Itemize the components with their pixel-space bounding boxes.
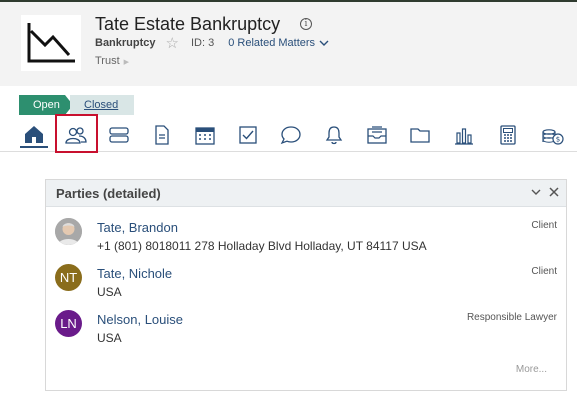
- party-row: Tate, Brandon +1 (801) 8018011 278 Holla…: [46, 218, 566, 264]
- tab-reports[interactable]: [450, 122, 478, 148]
- party-detail: USA: [97, 285, 122, 299]
- svg-text:$: $: [556, 136, 560, 144]
- matter-header: Tate Estate Bankruptcy i Bankruptcy ☆ ID…: [0, 2, 577, 86]
- avatar: LN: [55, 310, 82, 337]
- declining-chart-icon: [27, 23, 75, 63]
- calculator-icon: [500, 125, 516, 145]
- stack-icon: [109, 127, 129, 143]
- tab-parties[interactable]: [62, 122, 90, 148]
- tab-trust[interactable]: $: [538, 122, 566, 148]
- tab-home[interactable]: [20, 122, 48, 148]
- matter-logo: [21, 15, 81, 71]
- home-icon: [25, 126, 43, 143]
- party-name[interactable]: Tate, Nichole: [97, 266, 172, 281]
- chevron-down-icon[interactable]: [319, 40, 329, 47]
- party-name[interactable]: Nelson, Louise: [97, 312, 183, 327]
- bell-icon: [325, 126, 343, 145]
- info-icon[interactable]: i: [300, 18, 312, 30]
- tab-stack[interactable]: [105, 122, 133, 148]
- tab-calendar[interactable]: [191, 122, 219, 148]
- status-open-step[interactable]: Open: [19, 95, 73, 115]
- status-closed-step[interactable]: Closed: [70, 95, 134, 115]
- parties-panel: Parties (detailed) Tate, Brandon +1 (801…: [45, 179, 567, 391]
- tab-documents[interactable]: [148, 122, 176, 148]
- inbox-icon: [367, 126, 387, 144]
- subtitle-label: Trust: [95, 55, 120, 67]
- caret-right-icon: ▶: [123, 59, 130, 66]
- person-photo-icon: [55, 218, 82, 245]
- party-role: Client: [531, 266, 557, 277]
- tab-files[interactable]: [406, 122, 434, 148]
- matter-meta: Bankruptcy ☆ ID: 3 0 Related Matters: [95, 36, 329, 51]
- party-role: Responsible Lawyer: [466, 312, 557, 323]
- close-icon[interactable]: [548, 186, 560, 198]
- star-icon[interactable]: ☆: [166, 36, 179, 51]
- matter-tab-bar: $: [0, 118, 577, 152]
- avatar: [55, 218, 82, 245]
- party-name[interactable]: Tate, Brandon: [97, 220, 178, 235]
- matter-id: ID: 3: [190, 37, 215, 49]
- people-icon: [65, 127, 87, 144]
- related-matters-link[interactable]: 0 Related Matters: [228, 37, 315, 49]
- matter-subtitle[interactable]: Trust ▶: [95, 55, 129, 67]
- tab-billing[interactable]: [494, 122, 522, 148]
- tab-communications[interactable]: [277, 122, 305, 148]
- tab-notifications[interactable]: [320, 122, 348, 148]
- panel-header: Parties (detailed): [46, 180, 566, 207]
- folder-icon: [410, 128, 430, 143]
- checkbox-icon: [239, 126, 257, 144]
- party-row: NT Tate, Nichole USA Client: [46, 264, 566, 310]
- party-row: LN Nelson, Louise USA Responsible Lawyer: [46, 310, 566, 356]
- panel-title: Parties (detailed): [56, 186, 161, 201]
- chevron-down-icon[interactable]: [530, 186, 542, 198]
- more-link[interactable]: More...: [516, 364, 547, 375]
- calendar-icon: [195, 127, 215, 145]
- tab-inbox[interactable]: [363, 122, 391, 148]
- tab-tasks[interactable]: [234, 122, 262, 148]
- matter-title: Tate Estate Bankruptcy: [95, 14, 281, 34]
- party-detail: USA: [97, 331, 122, 345]
- matter-type: Bankruptcy: [95, 37, 156, 49]
- chat-bubble-icon: [280, 126, 301, 145]
- coins-icon: $: [542, 129, 564, 145]
- document-icon: [155, 125, 169, 145]
- party-detail: +1 (801) 8018011 278 Holladay Blvd Holla…: [97, 239, 427, 253]
- bar-chart-icon: [455, 128, 473, 145]
- party-role: Client: [531, 220, 557, 231]
- avatar: NT: [55, 264, 82, 291]
